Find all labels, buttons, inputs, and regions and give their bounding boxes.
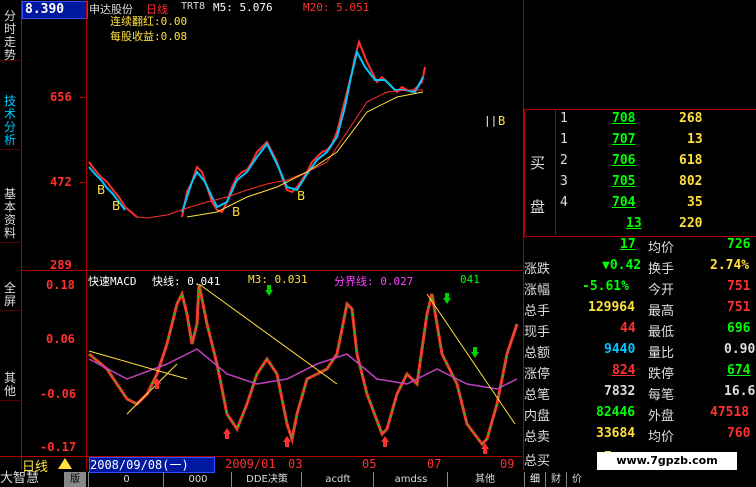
macd-chart[interactable] (87, 284, 522, 456)
orderbook-row: 3 705 802 (560, 174, 703, 189)
b-marker: B (97, 183, 105, 197)
axis-date-07: 07 (427, 457, 442, 471)
b-marker: B (297, 189, 305, 203)
stats-row: 17 均价 726 (620, 237, 751, 256)
bottom-tab-dde[interactable]: DDE决策 (231, 472, 302, 487)
tab-technical-analysis[interactable]: 技术分析 (0, 95, 20, 150)
stats-row: 涨停 824 跌停 674 (524, 363, 751, 382)
orderbook-row: 1 708 268 (560, 111, 703, 126)
macd-axis-006: 0.06 (46, 332, 75, 346)
divider-line (22, 270, 522, 271)
bottom-tab-0[interactable]: 0 (88, 472, 164, 487)
right-tab-price[interactable]: 价 (566, 472, 587, 487)
bottom-tab-amdss[interactable]: amdss (373, 472, 448, 487)
right-tab-finance[interactable]: 财 (545, 472, 566, 487)
orderbook-row: 1 707 13 (560, 132, 703, 147)
orderbook-row: 2 706 618 (560, 153, 703, 168)
indicator-name: TRT8 (181, 1, 206, 12)
b-marker: B (112, 199, 120, 213)
macd-axis-neg006: -0.06 (40, 387, 77, 401)
price-axis-656: 656 (50, 90, 72, 104)
macd-axis-neg017: -0.17 (40, 440, 77, 454)
b-marker: B (232, 205, 240, 219)
price-axis-289: 289 (50, 258, 72, 272)
bottom-tab-other[interactable]: 其他 (447, 472, 522, 487)
red-up-arrows (153, 378, 489, 454)
stats-row: 现手 44 最低 696 (524, 321, 751, 340)
stats-row: 内盘 82446 外盘 47518 (524, 405, 750, 424)
watermark: www.7gpzb.com (597, 452, 737, 470)
stats-row: 涨幅 -5.61% 今开 751 (524, 279, 751, 298)
price-axis-472: 472 (50, 175, 72, 189)
orderbook-row: 13 220 (626, 216, 703, 231)
price-candlestick-chart[interactable]: B B B B (87, 12, 522, 270)
axis-date-09: 09 (500, 457, 515, 471)
date-box: 2008/09/08(一) (89, 457, 215, 473)
axis-tick (80, 97, 86, 98)
order-b-marker: B (498, 114, 506, 128)
bottom-tab-000[interactable]: 000 (163, 472, 232, 487)
stats-row: 总额 9440 量比 0.90 (524, 342, 756, 361)
right-tab-detail[interactable]: 细 (524, 472, 545, 487)
triangle-icon[interactable] (58, 458, 72, 469)
green-down-arrows (265, 285, 479, 358)
tab-time-share[interactable]: 分时走势 (0, 10, 20, 62)
axis-tick (80, 182, 86, 183)
axis-date-05: 05 (362, 457, 377, 471)
axis-date-03: 03 (288, 457, 303, 471)
tab-fullscreen[interactable]: 全屏 (0, 282, 20, 311)
stats-row: 涨跌 ▼0.42 换手 2.74% (524, 258, 750, 277)
tab-small[interactable]: 版 (64, 472, 86, 487)
candles (88, 38, 426, 219)
order-indicator: || (484, 114, 498, 127)
stats-row: 总手 129964 最高 751 (524, 300, 751, 319)
bottom-tab-acdft[interactable]: acdft (301, 472, 374, 487)
orderbook-row: 4 704 35 (560, 195, 703, 210)
axis-date-2009-01: 2009/01 (225, 457, 276, 471)
stats-row: 总卖 33684 均价 760 (524, 426, 751, 445)
macd-axis-018: 0.18 (46, 278, 75, 292)
tab-basic-info[interactable]: 基本资料 (0, 188, 20, 243)
price-box: 8.390 (22, 1, 88, 19)
brand-label: 大智慧 (0, 471, 40, 486)
tab-other[interactable]: 其他 (0, 372, 20, 401)
stats-row: 总笔 7832 每笔 16.6 (524, 384, 756, 403)
